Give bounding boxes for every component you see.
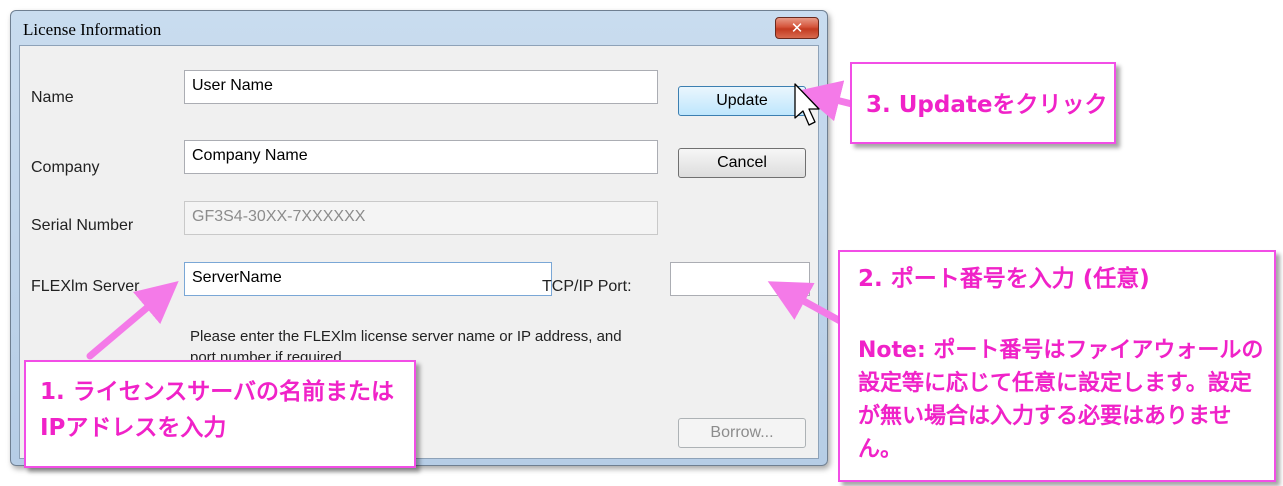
arrow-step2 [767, 281, 846, 326]
mouse-pointer-icon [794, 83, 820, 126]
callout-step2-note: Note: ポート番号はファイアウォールの設定等に応じて任意に設定します。設定が… [858, 338, 1264, 462]
callout-step1: 1. ライセンスサーバの名前またはIPアドレスを入力 [24, 360, 416, 468]
arrow-step3 [798, 80, 856, 122]
callout-step2: 2. ポート番号を入力 (任意) Note: ポート番号はファイアウォールの設定… [838, 250, 1276, 482]
callout-step3: 3. Updateをクリック [850, 62, 1116, 144]
arrow-step1 [86, 280, 179, 360]
callout-step2-title: 2. ポート番号を入力 (任意) [858, 266, 1150, 292]
